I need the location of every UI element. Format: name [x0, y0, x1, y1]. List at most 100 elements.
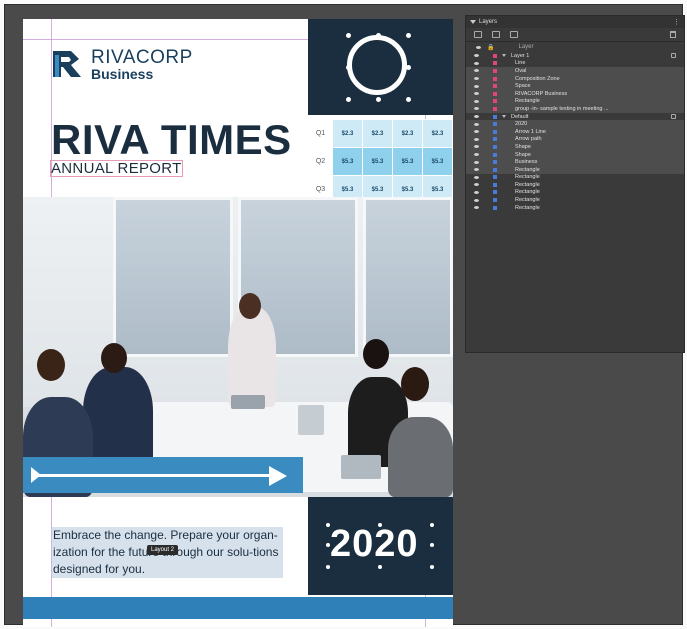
layer-row[interactable]: Rectangle — [466, 204, 684, 212]
selection-handle[interactable] — [376, 33, 381, 38]
layer-row[interactable]: Shape — [466, 150, 684, 159]
selection-handle[interactable] — [326, 565, 330, 569]
visibility-icon[interactable] — [474, 69, 479, 73]
selection-handle[interactable] — [406, 33, 411, 38]
selection-handle[interactable] — [346, 33, 351, 38]
layer-row[interactable]: Business — [466, 158, 684, 166]
layer-row[interactable]: Space — [466, 82, 684, 90]
footer-bar[interactable] — [23, 597, 453, 619]
visibility-icon[interactable] — [474, 137, 479, 141]
circle-shape[interactable] — [347, 35, 407, 95]
lock-toggle[interactable] — [484, 183, 488, 186]
lock-toggle[interactable] — [484, 62, 488, 65]
visibility-icon[interactable] — [474, 115, 479, 119]
layer-row[interactable]: Rectangle — [466, 174, 684, 182]
lock-toggle[interactable] — [484, 100, 488, 103]
expand-icon[interactable] — [502, 115, 506, 119]
visibility-icon[interactable] — [474, 84, 479, 88]
report-subtitle[interactable]: ANNUAL REPORT — [50, 160, 183, 177]
lock-toggle[interactable] — [484, 176, 488, 179]
trash-icon[interactable] — [670, 31, 676, 38]
selection-handle[interactable] — [430, 543, 434, 547]
layers-panel-header[interactable]: Layers ⋮ — [466, 16, 684, 28]
selection-handle[interactable] — [376, 97, 381, 102]
visibility-icon[interactable] — [474, 107, 479, 111]
lock-toggle[interactable] — [484, 168, 488, 171]
layer-group-icon[interactable] — [492, 31, 500, 38]
visibility-icon[interactable] — [474, 99, 479, 103]
layer-row[interactable]: Rectangle — [466, 189, 684, 197]
lock-toggle[interactable] — [484, 77, 488, 80]
lock-toggle[interactable] — [484, 85, 488, 88]
layer-row[interactable]: Rectangle — [466, 181, 684, 189]
panel-menu-icon[interactable]: ⋮ — [673, 18, 680, 26]
collapse-icon[interactable] — [470, 20, 476, 24]
visibility-icon[interactable] — [474, 206, 479, 210]
lock-toggle[interactable] — [484, 145, 488, 148]
layer-row[interactable]: Arrow 1 Line — [466, 127, 684, 136]
meeting-photo[interactable] — [23, 197, 453, 497]
selection-handle[interactable] — [378, 565, 382, 569]
quarterly-table[interactable]: Q1 $2.3 $2.3 $2.3 $2.3 Q2 $5.3 $5.3 $5.3… — [308, 119, 453, 204]
visibility-icon[interactable] — [474, 92, 479, 96]
selection-handle[interactable] — [406, 97, 411, 102]
layer-group-row[interactable]: Layer 1 — [466, 52, 684, 60]
layer-row[interactable]: Rectangle — [466, 97, 684, 106]
lock-toggle[interactable] — [484, 191, 488, 194]
visibility-icon[interactable] — [474, 122, 479, 126]
visibility-icon[interactable] — [474, 190, 479, 194]
selection-handle[interactable] — [378, 523, 382, 527]
layer-row[interactable]: Rectangle — [466, 165, 684, 174]
arrow-band[interactable] — [23, 457, 303, 493]
layer-row[interactable]: Line — [466, 60, 684, 68]
lock-toggle[interactable] — [484, 54, 488, 57]
selection-handle[interactable] — [326, 543, 330, 547]
layer-row[interactable]: RIVACORP Business — [466, 89, 684, 98]
document-page[interactable]: RIVACORP Business RIVA TIMES ANNUAL REPO… — [23, 19, 453, 627]
visibility-icon[interactable] — [474, 198, 479, 202]
selection-handle[interactable] — [430, 565, 434, 569]
visibility-icon[interactable] — [474, 54, 479, 58]
layer-row[interactable]: Shape — [466, 143, 684, 151]
year-block[interactable]: 2020 — [308, 497, 453, 595]
report-title[interactable]: RIVA TIMES — [51, 119, 292, 161]
layer-row[interactable]: Arrow path — [466, 135, 684, 144]
selection-handle[interactable] — [406, 65, 411, 70]
expand-icon[interactable] — [502, 54, 506, 58]
visibility-icon[interactable] — [474, 160, 479, 164]
visibility-icon[interactable] — [474, 183, 479, 187]
visibility-icon[interactable] — [474, 77, 479, 81]
visibility-icon[interactable] — [474, 145, 479, 149]
selection-handle[interactable] — [346, 97, 351, 102]
lock-toggle[interactable] — [484, 69, 488, 72]
selection-handle[interactable] — [326, 523, 330, 527]
lock-toggle[interactable] — [484, 199, 488, 202]
company-logo[interactable]: RIVACORP Business — [51, 47, 193, 81]
visibility-icon[interactable] — [474, 175, 479, 179]
year-text[interactable]: 2020 — [330, 523, 419, 566]
lock-toggle[interactable] — [484, 206, 488, 209]
visibility-icon[interactable] — [474, 168, 479, 172]
lock-toggle[interactable] — [484, 138, 488, 141]
layer-options-icon[interactable] — [671, 113, 676, 119]
lock-toggle[interactable] — [484, 107, 488, 110]
lock-toggle[interactable] — [484, 115, 488, 118]
layer-row[interactable]: group -in- sample testing in meeting ... — [466, 105, 684, 113]
lock-toggle[interactable] — [484, 161, 488, 164]
layer-mask-icon[interactable] — [510, 31, 518, 38]
lock-toggle[interactable] — [484, 153, 488, 156]
selection-handle[interactable] — [430, 523, 434, 527]
layer-group-row[interactable]: Default — [466, 113, 684, 121]
arrow-line[interactable] — [33, 474, 273, 477]
visibility-icon[interactable] — [474, 153, 479, 157]
lock-toggle[interactable] — [484, 130, 488, 133]
new-layer-icon[interactable] — [474, 31, 482, 38]
visibility-icon[interactable] — [474, 130, 479, 134]
dark-header-block[interactable] — [308, 19, 453, 115]
lock-toggle[interactable] — [484, 92, 488, 95]
selection-handle[interactable] — [346, 65, 351, 70]
layer-options-icon[interactable] — [671, 53, 676, 58]
layer-row[interactable]: Rectangle — [466, 196, 684, 204]
layer-row[interactable]: 2020 — [466, 120, 684, 128]
lock-toggle[interactable] — [484, 123, 488, 126]
